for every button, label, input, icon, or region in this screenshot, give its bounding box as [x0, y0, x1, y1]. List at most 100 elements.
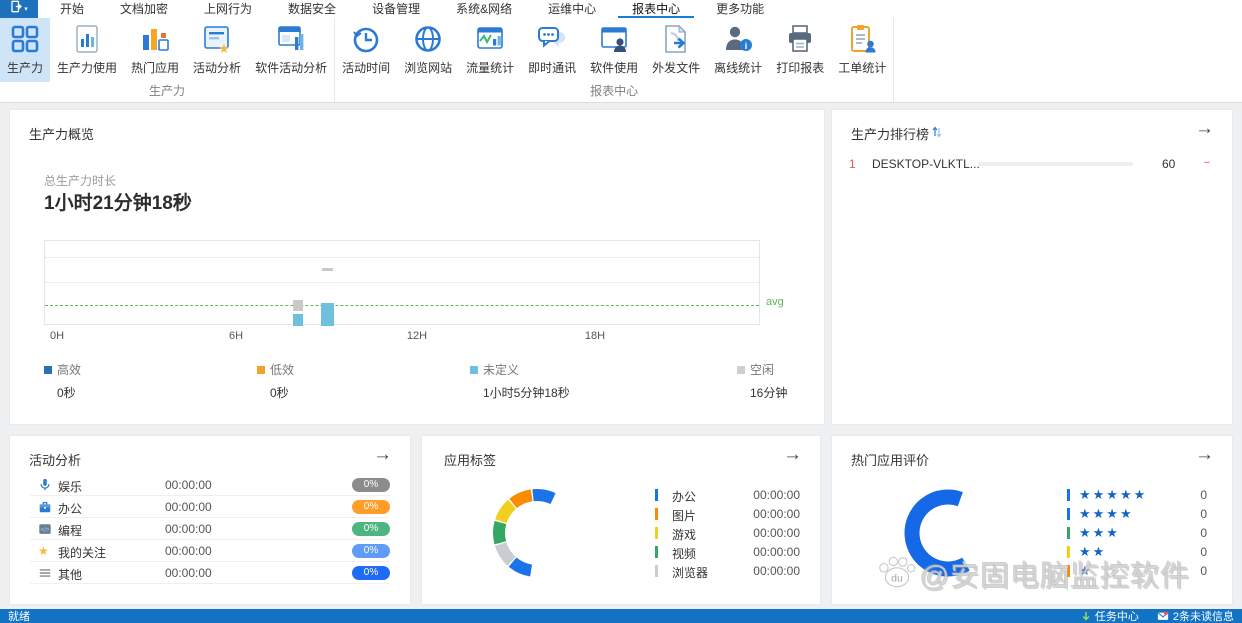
sort-icon[interactable] [932, 125, 942, 138]
menu-tab-ops-center[interactable]: 运维中心 [534, 0, 610, 18]
progress-bar [978, 162, 1133, 166]
legend-row-video[interactable]: 视频 00:00:00 [655, 543, 800, 562]
unread-messages-button[interactable]: 2条未读信息 [1157, 608, 1234, 623]
legend-swatch [44, 365, 52, 374]
arrow-right-icon[interactable]: → [1195, 444, 1214, 467]
menu-tab-device-management[interactable]: 设备管理 [358, 0, 434, 18]
svg-text:</>: </> [41, 527, 50, 534]
download-arrow-icon [1081, 611, 1091, 622]
gridline [45, 257, 759, 258]
menu-tab-more-features[interactable]: 更多功能 [702, 0, 778, 18]
legend-item-efficient: 高效 0秒 [44, 361, 81, 401]
task-center-button[interactable]: 任务中心 [1081, 608, 1139, 623]
ribbon-button-browse-websites[interactable]: 浏览网站 [397, 18, 459, 82]
rating-row-1-star[interactable]: ★ 0 [1067, 562, 1207, 581]
legend-swatch [737, 365, 745, 374]
computer-name: DESKTOP-VLKTL... [872, 157, 980, 171]
legend-row-browser[interactable]: 浏览器 00:00:00 [655, 562, 800, 581]
ribbon-button-productivity-usage[interactable]: 生产力使用 [50, 18, 124, 82]
ribbon-button-software-usage[interactable]: 软件使用 [583, 18, 645, 82]
panel-popular-app-rating: 热门应用评价 → ★★★★★ 0 ★★★★ 0 ★★★ 0 ★★ 0 ★ 0 [832, 436, 1232, 604]
pulse-chart-icon [474, 23, 506, 55]
chart-bar-9h-undefined [321, 303, 334, 326]
printer-icon [784, 23, 816, 55]
percent-badge: 0% [352, 544, 390, 558]
list-icon [38, 566, 52, 580]
overview-legend: 高效 0秒 低效 0秒 未定义 1小时5分钟18秒 空闲 16分钟 [10, 361, 824, 405]
menu-tab-internet-behavior[interactable]: 上网行为 [190, 0, 266, 18]
donut-segment-browser [494, 542, 516, 566]
legend-row-pictures[interactable]: 图片 00:00:00 [655, 505, 800, 524]
menu-tab-data-security[interactable]: 数据安全 [274, 0, 350, 18]
microphone-icon [38, 478, 52, 492]
ribbon-button-activity-time[interactable]: 活动时间 [335, 18, 397, 82]
donut-segment-office [532, 489, 556, 505]
svg-text:i: i [745, 41, 748, 51]
briefcase-icon [38, 500, 52, 514]
window-bars-icon [275, 23, 307, 55]
rating-row-3-stars[interactable]: ★★★ 0 [1067, 524, 1207, 543]
ribbon-button-outgoing-files[interactable]: 外发文件 [645, 18, 707, 82]
ribbon-button-instant-messaging[interactable]: 即时通讯 [521, 18, 583, 82]
percent-badge: 0% [352, 478, 390, 492]
menu-tab-doc-encryption[interactable]: 文档加密 [106, 0, 182, 18]
app-tags-legend: 办公 00:00:00 图片 00:00:00 游戏 00:00:00 视频 0… [655, 486, 800, 581]
ribbon-button-top-apps[interactable]: 热门应用 [124, 18, 186, 82]
legend-tick [1067, 546, 1070, 558]
ribbon-button-productivity[interactable]: 生产力 [0, 18, 51, 82]
legend-swatch [470, 365, 478, 374]
code-icon: </> [38, 522, 52, 536]
ribbon-button-print-report[interactable]: 打印报表 [769, 18, 831, 82]
ribbon-toolbar: 生产力 生产力使用 热门应用 ★ 活动分析 软件活动分析 生产力 活动时间 浏览… [0, 18, 1242, 103]
legend-tick [655, 565, 658, 577]
envelope-icon [1157, 611, 1169, 621]
menu-tab-start[interactable]: 开始 [46, 0, 98, 18]
bar-chart-icon [139, 23, 171, 55]
clipboard-user-icon [846, 23, 878, 55]
list-item-entertainment[interactable]: 娱乐 00:00:00 0% [30, 474, 390, 496]
legend-tick [1067, 565, 1070, 577]
rating-row-4-stars[interactable]: ★★★★ 0 [1067, 505, 1207, 524]
rating-row-2-stars[interactable]: ★★ 0 [1067, 543, 1207, 562]
ribbon-button-traffic-stats[interactable]: 流量统计 [459, 18, 521, 82]
legend-row-office[interactable]: 办公 00:00:00 [655, 486, 800, 505]
star-rating: ★★ [1079, 544, 1107, 559]
file-export-icon [660, 23, 692, 55]
app-menu-button[interactable]: ▾ [0, 0, 38, 18]
x-axis-tick: 12H [406, 330, 428, 342]
arrow-right-icon[interactable]: → [373, 444, 392, 467]
panel-title: 生产力概览 [29, 127, 95, 142]
list-item-my-focus[interactable]: ★ 我的关注 00:00:00 0% [30, 540, 390, 562]
dashboard-content: 生产力概览 总生产力时长 1小时21分钟18秒 avg 0H 6H 12H 18… [0, 103, 1242, 609]
panel-title: 活动分析 [29, 453, 82, 468]
rating-row-5-stars[interactable]: ★★★★★ 0 [1067, 486, 1207, 505]
ribbon-group-productivity: 生产力 生产力使用 热门应用 ★ 活动分析 软件活动分析 生产力 [0, 18, 336, 102]
arrow-right-icon[interactable]: → [1195, 118, 1214, 141]
x-axis-tick: 6H [228, 330, 244, 342]
list-item-other[interactable]: 其他 00:00:00 0% [30, 562, 390, 584]
ribbon-button-offline-stats[interactable]: i 离线统计 [707, 18, 769, 82]
total-productivity-label: 总生产力时长 [44, 174, 117, 188]
legend-tick [1067, 489, 1070, 501]
ribbon-button-software-activity-analysis[interactable]: 软件活动分析 [248, 18, 334, 82]
list-item-programming[interactable]: </> 编程 00:00:00 0% [30, 518, 390, 540]
list-item-office[interactable]: 办公 00:00:00 0% [30, 496, 390, 518]
history-clock-icon [350, 23, 382, 55]
app-rating-legend: ★★★★★ 0 ★★★★ 0 ★★★ 0 ★★ 0 ★ 0 [1067, 486, 1207, 581]
arrow-right-icon[interactable]: → [783, 444, 802, 467]
svg-text:★: ★ [218, 41, 230, 55]
ribbon-group-report-center: 活动时间 浏览网站 流量统计 即时通讯 软件使用 外发文件 i 离线统计 打印报… [335, 18, 895, 102]
ribbon-button-work-order-stats[interactable]: 工单统计 [831, 18, 893, 82]
menu-tab-report-center[interactable]: 报表中心 [618, 0, 695, 18]
app-tags-donut-chart [493, 489, 556, 577]
rank-number: 1 [849, 157, 856, 171]
donut-segment-pictures [509, 489, 533, 509]
menu-tab-system-network[interactable]: 系统&网络 [442, 0, 526, 18]
star-rating: ★ [1079, 563, 1093, 578]
ribbon-button-activity-analysis[interactable]: ★ 活动分析 [186, 18, 248, 82]
legend-row-games[interactable]: 游戏 00:00:00 [655, 524, 800, 543]
document-star-icon: ★ [201, 23, 233, 55]
chart-marker-9h-idle [322, 268, 333, 271]
panel-activity-analysis: 活动分析 → 娱乐 00:00:00 0% 办公 00:00:00 0% </> [10, 436, 410, 604]
ranking-row[interactable]: 1 DESKTOP-VLKTL... 60 − [832, 152, 1232, 176]
